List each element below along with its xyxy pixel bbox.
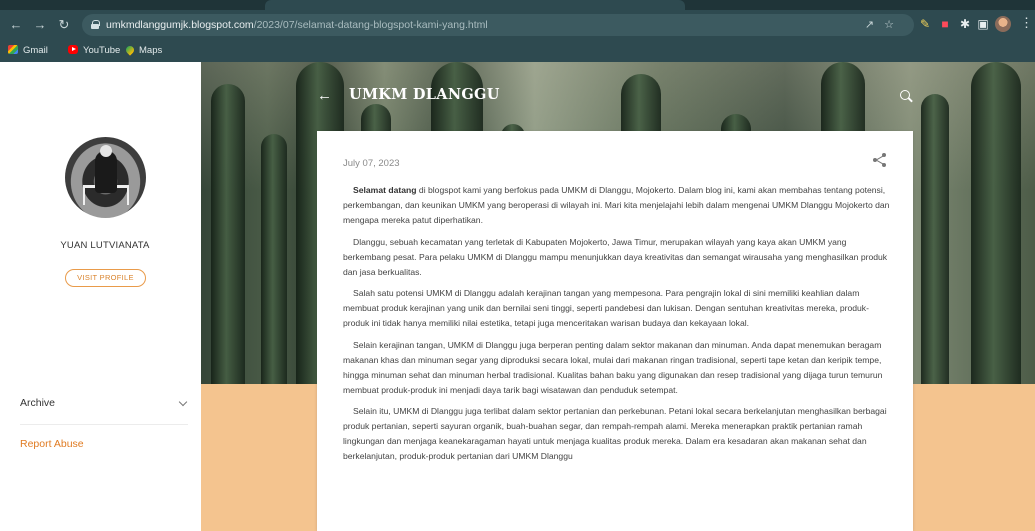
address-row: ← → ↻ umkmdlanggumjk.blogspot.com/2023/0… [0,10,1035,40]
bookmark-label: Maps [139,45,163,56]
bookmarks-bar: Gmail YouTube Maps [0,40,1035,62]
post-paragraph: Selain kerajinan tangan, UMKM di Dlanggu… [343,339,883,395]
profile-avatar-icon[interactable] [995,16,1011,32]
photo-person [95,151,117,193]
post-paragraph: Salah satu potensi UMKM di Dlanggu adala… [343,288,869,328]
cactus-shape [921,94,949,384]
post-card: July 07, 2023 Selamat datang di blogspot… [317,131,913,531]
archive-dropdown[interactable]: Archive [20,397,188,419]
bookmark-label: YouTube [83,45,121,56]
post-date: July 07, 2023 [343,158,400,169]
maps-icon [124,44,136,56]
omnibox-icons: ↗☆ [865,18,904,31]
bookmark-youtube[interactable]: YouTube [68,44,120,58]
chevron-down-icon [178,397,188,407]
pen-extension-icon[interactable]: ✎ [918,17,932,31]
back-icon[interactable]: ← [8,17,24,33]
search-icon[interactable] [900,90,910,100]
bookmark-star-icon[interactable]: ☆ [884,19,904,31]
gmail-icon [8,45,18,54]
cactus-shape [211,84,245,384]
report-abuse-link[interactable]: Report Abuse [20,438,84,450]
back-arrow-icon[interactable]: ← [317,87,332,104]
post-body: Selamat datang di blogspot kami yang ber… [343,183,891,471]
post-paragraph-text: di blogspot kami yang berfokus pada UMKM… [343,185,890,225]
puzzle-extensions-icon[interactable]: ✱ [958,17,972,31]
post-paragraph: Selamat datang di blogspot kami yang ber… [343,183,891,228]
bookmark-gmail[interactable]: Gmail [8,44,48,58]
share-icon[interactable] [873,153,887,167]
cactus-shape [971,62,1021,384]
share-page-icon[interactable]: ↗ [865,19,884,31]
lock-icon [91,20,100,29]
post-paragraph: Selain itu, UMKM di Dlanggu juga terliba… [343,406,887,461]
cactus-shape [261,134,287,384]
browser-menu-icon[interactable]: ⋮ [1020,15,1033,31]
forward-icon[interactable]: → [32,17,48,33]
post-intro-bold: Selamat datang [353,185,417,195]
bookmark-label: Gmail [23,45,48,56]
visit-profile-button[interactable]: VISIT PROFILE [65,269,146,287]
youtube-icon [68,45,78,54]
archive-label: Archive [20,397,56,409]
url-host: umkmdlanggumjk.blogspot.com [106,19,254,31]
tab-strip [0,0,1035,10]
photo-head [100,145,112,157]
profile-photo[interactable] [65,137,146,218]
red-extension-icon[interactable]: ■ [938,17,952,31]
address-bar[interactable]: umkmdlanggumjk.blogspot.com/2023/07/sela… [82,14,914,36]
sidebar: YUAN LUTVIANATA VISIT PROFILE Archive Re… [0,62,201,531]
active-tab[interactable] [265,0,685,10]
reload-icon[interactable]: ↻ [56,17,72,33]
sidepanel-icon[interactable]: ▣ [976,17,990,31]
sidebar-divider [20,424,188,425]
post-paragraph: Dlanggu, sebuah kecamatan yang terletak … [343,236,888,277]
blog-title[interactable]: UMKM DLANGGU [349,86,500,103]
browser-toolbar: ← → ↻ umkmdlanggumjk.blogspot.com/2023/0… [0,0,1035,62]
profile-name: YUAN LUTVIANATA [60,240,150,251]
url-text: umkmdlanggumjk.blogspot.com/2023/07/sela… [106,18,488,32]
url-path: /2023/07/selamat-datang-blogspot-kami-ya… [253,19,488,31]
bookmark-maps[interactable]: Maps [124,44,163,58]
